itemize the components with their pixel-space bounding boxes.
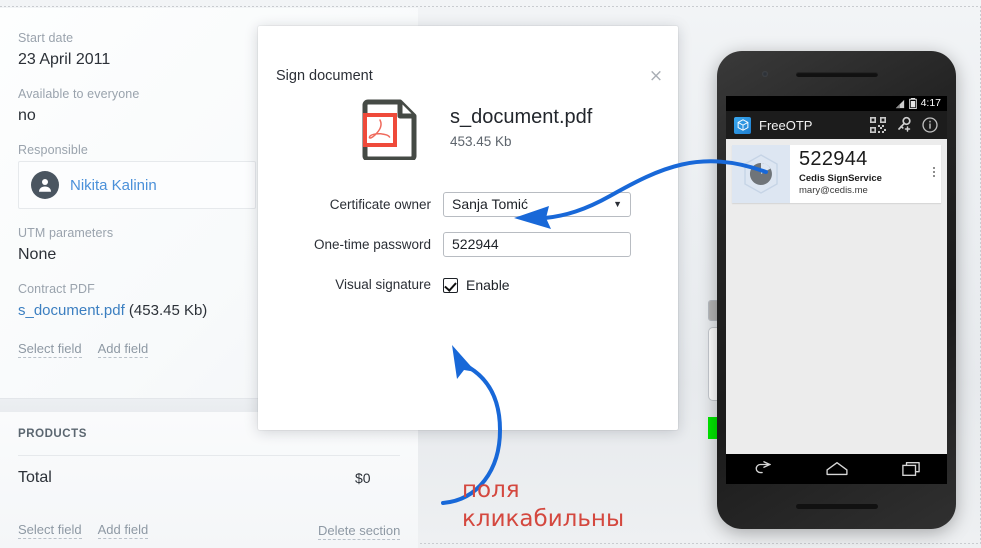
bottom-speaker (795, 504, 878, 509)
products-actions-row: Select field Add field (18, 522, 149, 539)
enable-label: Enable (466, 277, 510, 293)
status-bar-time: 4:17 (920, 97, 941, 109)
enable-checkbox[interactable] (443, 277, 458, 293)
freeotp-app-bar: FreeOTP (726, 111, 947, 139)
front-camera-icon (762, 71, 768, 77)
info-icon[interactable] (921, 116, 939, 134)
one-time-password-input[interactable]: 522944 (443, 232, 631, 257)
responsible-user-name[interactable]: Nikita Kalinin (70, 177, 157, 194)
freeotp-cube-icon (734, 116, 751, 134)
one-time-password-row: One-time password 522944 (258, 232, 678, 258)
overflow-menu-icon[interactable] (933, 167, 935, 177)
total-label: Total (18, 469, 52, 486)
phone-screen: 4:17 FreeOTP 522944 Cedis SignService ma… (726, 96, 947, 484)
annotation-line-2: кликабильны (462, 506, 625, 532)
one-time-password-label: One-time password (313, 237, 431, 252)
products-divider (18, 455, 400, 456)
otp-issuer: Cedis SignService (799, 173, 882, 184)
app-title: FreeOTP (759, 117, 813, 133)
dialog-title: Sign document (276, 68, 373, 84)
certificate-owner-value: Sanja Tomić (452, 196, 529, 212)
delete-section-link[interactable]: Delete section (318, 523, 401, 540)
products-section: PRODUCTS Total $0 Select field Add field… (0, 412, 418, 548)
android-nav-bar (726, 454, 947, 484)
responsible-user-card[interactable]: Nikita Kalinin (18, 161, 256, 209)
sign-document-dialog: Sign document × s_document.pdf 453.45 Kb… (258, 26, 884, 439)
certificate-owner-label: Certificate owner (329, 197, 431, 212)
annotation-line-1: поля (462, 477, 520, 503)
person-icon (31, 171, 59, 199)
recents-icon[interactable] (900, 460, 922, 478)
add-key-icon[interactable] (895, 116, 913, 134)
close-icon[interactable]: × (647, 67, 665, 85)
android-status-bar: 4:17 (726, 96, 947, 111)
android-phone-mockup: 4:17 FreeOTP 522944 Cedis SignService ma… (717, 51, 956, 529)
earpiece-speaker (795, 72, 878, 77)
certificate-owner-row: Certificate owner Sanja Tomić ▼ (258, 192, 678, 218)
back-icon[interactable] (752, 460, 774, 478)
visual-signature-enable[interactable]: Enable (443, 272, 510, 298)
products-add-field-link[interactable]: Add field (97, 522, 149, 539)
pdf-file-icon (358, 98, 424, 162)
add-field-link[interactable]: Add field (97, 341, 149, 358)
top-dotted-border (0, 6, 981, 7)
products-section-title: PRODUCTS (18, 428, 87, 440)
certificate-owner-select[interactable]: Sanja Tomić ▼ (443, 192, 631, 217)
select-field-link[interactable]: Select field (18, 341, 82, 358)
annotation-note: поля кликабильны (462, 476, 624, 534)
dialog-file-meta: s_document.pdf 453.45 Kb (450, 105, 592, 151)
home-icon[interactable] (825, 460, 849, 478)
qr-scan-icon[interactable] (869, 116, 887, 134)
one-time-password-value: 522944 (452, 236, 499, 252)
signal-icon (895, 99, 904, 108)
dialog-file-name: s_document.pdf (450, 106, 593, 128)
otp-code: 522944 (799, 148, 868, 170)
otp-token-details: 522944 Cedis SignService mary@cedis.me (790, 145, 941, 203)
screenshot-root: Start date 23 April 2011 Available to ev… (0, 0, 981, 548)
products-total-row: Total (18, 469, 400, 487)
dialog-file-size: 453.45 Kb (450, 134, 512, 149)
otp-token-card[interactable]: 522944 Cedis SignService mary@cedis.me (732, 145, 941, 203)
otp-account: mary@cedis.me (799, 185, 868, 196)
contract-file-link[interactable]: s_document.pdf (18, 302, 125, 319)
total-amount: $0 (355, 470, 371, 486)
delete-section-wrap: Delete section (318, 522, 401, 540)
products-select-field-link[interactable]: Select field (18, 522, 82, 539)
visual-signature-row: Visual signature Enable (258, 272, 678, 298)
battery-icon (908, 98, 917, 109)
visual-signature-label: Visual signature (335, 277, 431, 292)
token-timer-icon (732, 145, 790, 203)
chevron-down-icon: ▼ (613, 199, 622, 209)
contract-file-size: (453.45 Kb) (128, 302, 208, 319)
